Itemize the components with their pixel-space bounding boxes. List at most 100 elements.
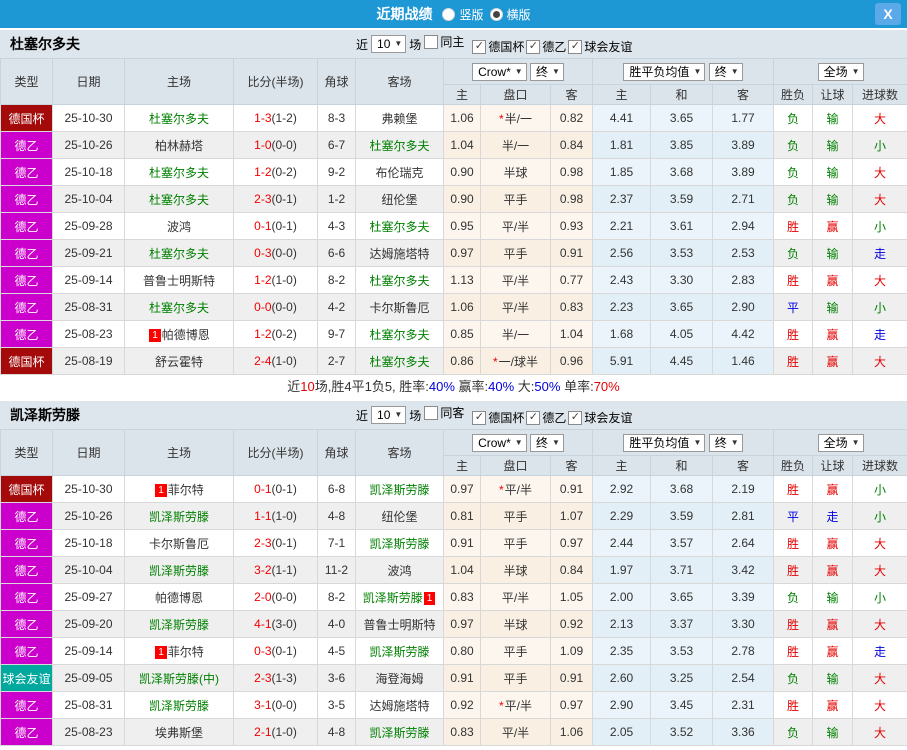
team-name: 达姆施塔特 xyxy=(369,698,430,713)
checkbox-checked-icon: ✓ xyxy=(526,410,541,425)
avg-away-odds: 2.53 xyxy=(712,239,775,267)
match-row: 球会友谊 25-09-05 凯泽斯劳滕(中) 2-3(1-3) 3-6 海登海姆 0.91 平… xyxy=(0,664,907,692)
halftime-score: (0-0) xyxy=(271,590,297,604)
home-team: 杜塞尔多夫 xyxy=(124,104,234,132)
col-header-home: 主场 xyxy=(124,58,234,105)
avg-home-odds: 2.05 xyxy=(592,718,652,746)
avg-draw-odds: 3.59 xyxy=(650,502,714,530)
home-team: 埃弗斯堡 xyxy=(124,718,234,746)
col-header-type: 类型 xyxy=(0,58,53,105)
avg-stage-select[interactable]: 终 ▼ xyxy=(708,433,743,452)
match-row: 德乙 25-09-14 普鲁士明斯特 1-2(1-0) 8-2 杜塞尔多夫 1.13 平/半 0… xyxy=(0,266,907,294)
fulltime-score: 0-3 xyxy=(254,644,272,658)
fullgame-select[interactable]: 全场 ▼ xyxy=(817,433,864,452)
avg-home-odds: 4.41 xyxy=(592,104,652,132)
league-filter-checkbox[interactable]: ✓ 德乙 xyxy=(526,409,566,426)
home-odds: 0.95 xyxy=(443,212,481,240)
match-count-select[interactable]: 10 ▼ xyxy=(371,406,407,424)
league-badge: 德乙 xyxy=(0,266,53,294)
score: 2-3(0-1) xyxy=(233,185,318,213)
home-team: 凯泽斯劳滕 xyxy=(124,502,234,530)
select-value: 胜平负均值 xyxy=(629,435,690,450)
match-row: 德乙 25-10-26 柏林赫塔 1-0(0-0) 6-7 杜塞尔多夫 1.04 半/一 0.8… xyxy=(0,131,907,159)
fulltime-score: 0-0 xyxy=(254,300,272,314)
odds-provider-select[interactable]: Crow* ▼ xyxy=(472,62,527,81)
avg-draw-odds: 3.37 xyxy=(650,610,714,638)
league-filter-checkbox[interactable]: ✓ 球会友谊 xyxy=(568,38,632,55)
league-filter-checkbox[interactable]: ✓ 德乙 xyxy=(526,38,566,55)
chevron-down-icon: ▼ xyxy=(693,66,702,76)
chevron-down-icon: ▼ xyxy=(514,437,523,447)
handicap-outcome: 输 xyxy=(812,293,854,321)
away-team: 杜塞尔多夫 xyxy=(355,320,444,348)
sub-header-odds-home: 主 xyxy=(443,84,481,105)
odds-stage-select[interactable]: 终 ▼ xyxy=(530,62,564,81)
league-filter-checkbox[interactable]: ✓ 德国杯 xyxy=(472,409,524,426)
layout-radio-selected[interactable]: 横版 xyxy=(489,6,531,23)
home-odds: 1.06 xyxy=(443,104,481,132)
league-filter-checkbox[interactable]: ✓ 球会友谊 xyxy=(568,409,632,426)
avg-home-odds: 2.00 xyxy=(592,583,652,611)
odds-provider-select[interactable]: Crow* ▼ xyxy=(472,433,527,452)
score: 2-0(0-0) xyxy=(233,583,318,611)
match-row: 德乙 25-08-31 凯泽斯劳滕 3-1(0-0) 3-5 达姆施塔特 0.92 *平/半 0… xyxy=(0,691,907,719)
halftime-score: (0-0) xyxy=(271,300,297,314)
score: 2-3(1-3) xyxy=(233,664,318,692)
score: 3-1(0-0) xyxy=(233,691,318,719)
away-odds: 0.83 xyxy=(549,293,594,321)
score: 1-1(1-0) xyxy=(233,502,318,530)
team-name: 杜塞尔多夫 xyxy=(148,300,209,315)
fullgame-select[interactable]: 全场 ▼ xyxy=(817,62,864,81)
close-button[interactable]: X xyxy=(875,3,901,25)
avg-draw-odds: 3.53 xyxy=(650,637,714,665)
team-name: 弗赖堡 xyxy=(381,111,418,126)
avg-draw-odds: 3.65 xyxy=(650,293,714,321)
filter-bar: 近 10 ▼ 场 同客 ✓ 德国杯 ✓ 德乙 ✓ 球会友谊 xyxy=(356,401,637,429)
col-header-type: 类型 xyxy=(0,429,53,476)
handicap: 平手 xyxy=(480,502,551,530)
team-name: 布伦瑞克 xyxy=(375,165,424,180)
avg-group-header: 胜平负均值 ▼ 终 ▼ xyxy=(592,58,775,85)
away-odds: 0.98 xyxy=(549,185,594,213)
col-header-home: 主场 xyxy=(124,429,234,476)
odds-group-header: Crow* ▼ 终 ▼ xyxy=(442,429,594,456)
league-filter-checkbox[interactable]: ✓ 德国杯 xyxy=(472,38,524,55)
avg-draw-odds: 4.05 xyxy=(650,320,714,348)
team-name: 菲尔特 xyxy=(167,644,204,659)
score: 1-2(0-2) xyxy=(233,158,318,186)
match-count-select[interactable]: 10 ▼ xyxy=(371,35,407,53)
sub-header-result: 胜负 xyxy=(773,455,814,476)
halftime-score: (1-0) xyxy=(271,273,297,287)
away-team: 杜塞尔多夫 xyxy=(355,266,444,294)
avg-odds-select[interactable]: 胜平负均值 ▼ xyxy=(623,62,706,81)
fulltime-score: 1-2 xyxy=(254,165,272,179)
handicap-outcome: 赢 xyxy=(812,475,854,503)
home-team: 杜塞尔多夫 xyxy=(124,293,234,321)
avg-home-odds: 2.92 xyxy=(592,475,652,503)
home-team: 1 菲尔特 xyxy=(124,637,234,665)
checkbox-checked-icon: ✓ xyxy=(472,39,487,54)
match-row: 德乙 25-10-04 杜塞尔多夫 2-3(0-1) 1-2 纽伦堡 0.90 平手 0.98 2… xyxy=(0,185,907,213)
checkbox-unchecked-icon xyxy=(424,34,439,49)
league-filter-checkbox[interactable]: 同客 xyxy=(424,404,464,421)
sub-header-avg-home: 主 xyxy=(592,455,652,476)
corner-score: 4-8 xyxy=(317,718,356,746)
home-odds: 0.90 xyxy=(443,158,481,186)
layout-radio-option[interactable]: 竖版 xyxy=(442,6,484,23)
match-row: 德乙 25-09-14 1 菲尔特 0-3(0-1) 4-5 凯泽斯劳滕 0.80 平手 1.09… xyxy=(0,637,907,665)
avg-stage-select[interactable]: 终 ▼ xyxy=(708,62,743,81)
league-filter-checkbox[interactable]: 同主 xyxy=(424,33,464,50)
handicap: 半球 xyxy=(480,610,551,638)
handicap: 半球 xyxy=(480,556,551,584)
avg-odds-select[interactable]: 胜平负均值 ▼ xyxy=(623,433,706,452)
select-value: 10 xyxy=(377,408,391,422)
goals-outcome: 小 xyxy=(852,293,907,321)
odds-stage-select[interactable]: 终 ▼ xyxy=(530,433,564,452)
corner-score: 4-8 xyxy=(317,502,356,530)
home-team: 帕德博恩 xyxy=(124,583,234,611)
avg-draw-odds: 3.30 xyxy=(650,266,714,294)
sub-header-avg-away: 客 xyxy=(712,84,775,105)
team-name: 菲尔特 xyxy=(167,482,204,497)
summary-part: 近 xyxy=(287,379,301,394)
away-odds: 0.91 xyxy=(549,475,594,503)
